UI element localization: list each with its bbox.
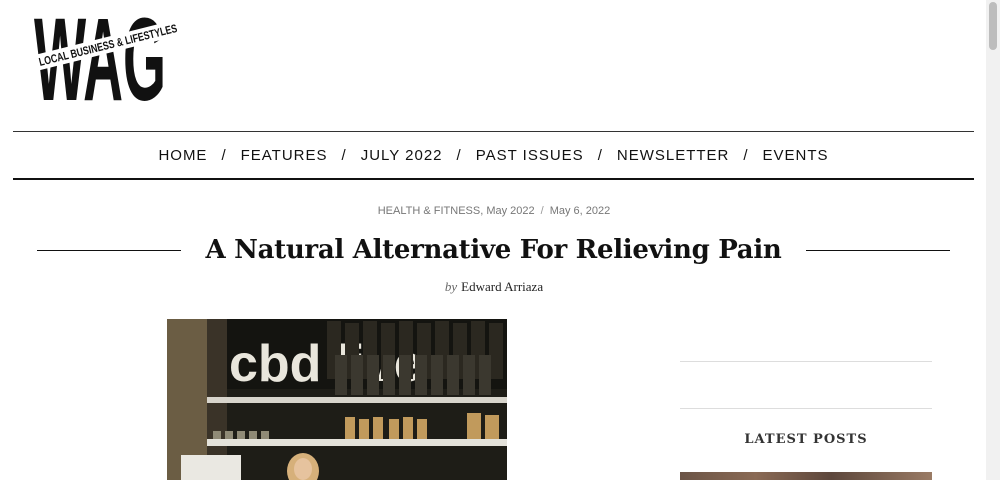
- post-title-block: A Natural Alternative For Relieving Pain: [37, 228, 951, 272]
- page-scrollbar[interactable]: [986, 0, 1000, 480]
- title-rule-right: [805, 249, 951, 251]
- scrollbar-thumb[interactable]: [989, 2, 997, 50]
- nav-item-events[interactable]: EVENTS: [763, 147, 829, 164]
- latest-post-thumbnail[interactable]: [680, 472, 932, 480]
- post-categories-link[interactable]: HEALTH & FITNESS, May 2022: [378, 205, 535, 217]
- nav-separator: /: [456, 146, 462, 164]
- nav-bottom-rule: [13, 178, 974, 180]
- nav-separator: /: [743, 146, 749, 164]
- nav-item-newsletter[interactable]: NEWSLETTER: [617, 147, 730, 164]
- author-link[interactable]: Edward Arriaza: [461, 279, 543, 294]
- sidebar-rule: [680, 408, 932, 409]
- store-photo-graphic: cbd live: [167, 319, 507, 480]
- post-title: A Natural Alternative For Relieving Pain: [205, 235, 782, 265]
- nav-separator: /: [221, 146, 227, 164]
- sidebar-rule-top: [680, 361, 932, 362]
- title-rule-left: [37, 249, 182, 251]
- wag-logo-graphic: WAG LOCAL BUSINESS & LIFESTYLES: [34, 0, 181, 102]
- nav-item-home[interactable]: HOME: [158, 147, 207, 164]
- site-logo[interactable]: WAG LOCAL BUSINESS & LIFESTYLES: [34, 0, 184, 102]
- post-meta: HEALTH & FITNESS, May 2022 / May 6, 2022: [0, 205, 988, 217]
- latest-posts-heading: LATEST POSTS: [744, 432, 868, 447]
- meta-separator: /: [540, 205, 544, 217]
- nav-item-features[interactable]: FEATURES: [241, 147, 328, 164]
- nav-separator: /: [597, 146, 603, 164]
- nav-separator: /: [341, 146, 347, 164]
- featured-image[interactable]: cbd live: [167, 319, 507, 480]
- nav-item-july-2022[interactable]: JULY 2022: [361, 147, 443, 164]
- byline-label: by: [444, 279, 458, 294]
- post-byline: by Edward Arriaza: [0, 279, 988, 295]
- main-navigation: HOME / FEATURES / JULY 2022 / PAST ISSUE…: [13, 132, 974, 178]
- post-date: May 6, 2022: [549, 205, 611, 217]
- nav-item-past-issues[interactable]: PAST ISSUES: [476, 147, 584, 164]
